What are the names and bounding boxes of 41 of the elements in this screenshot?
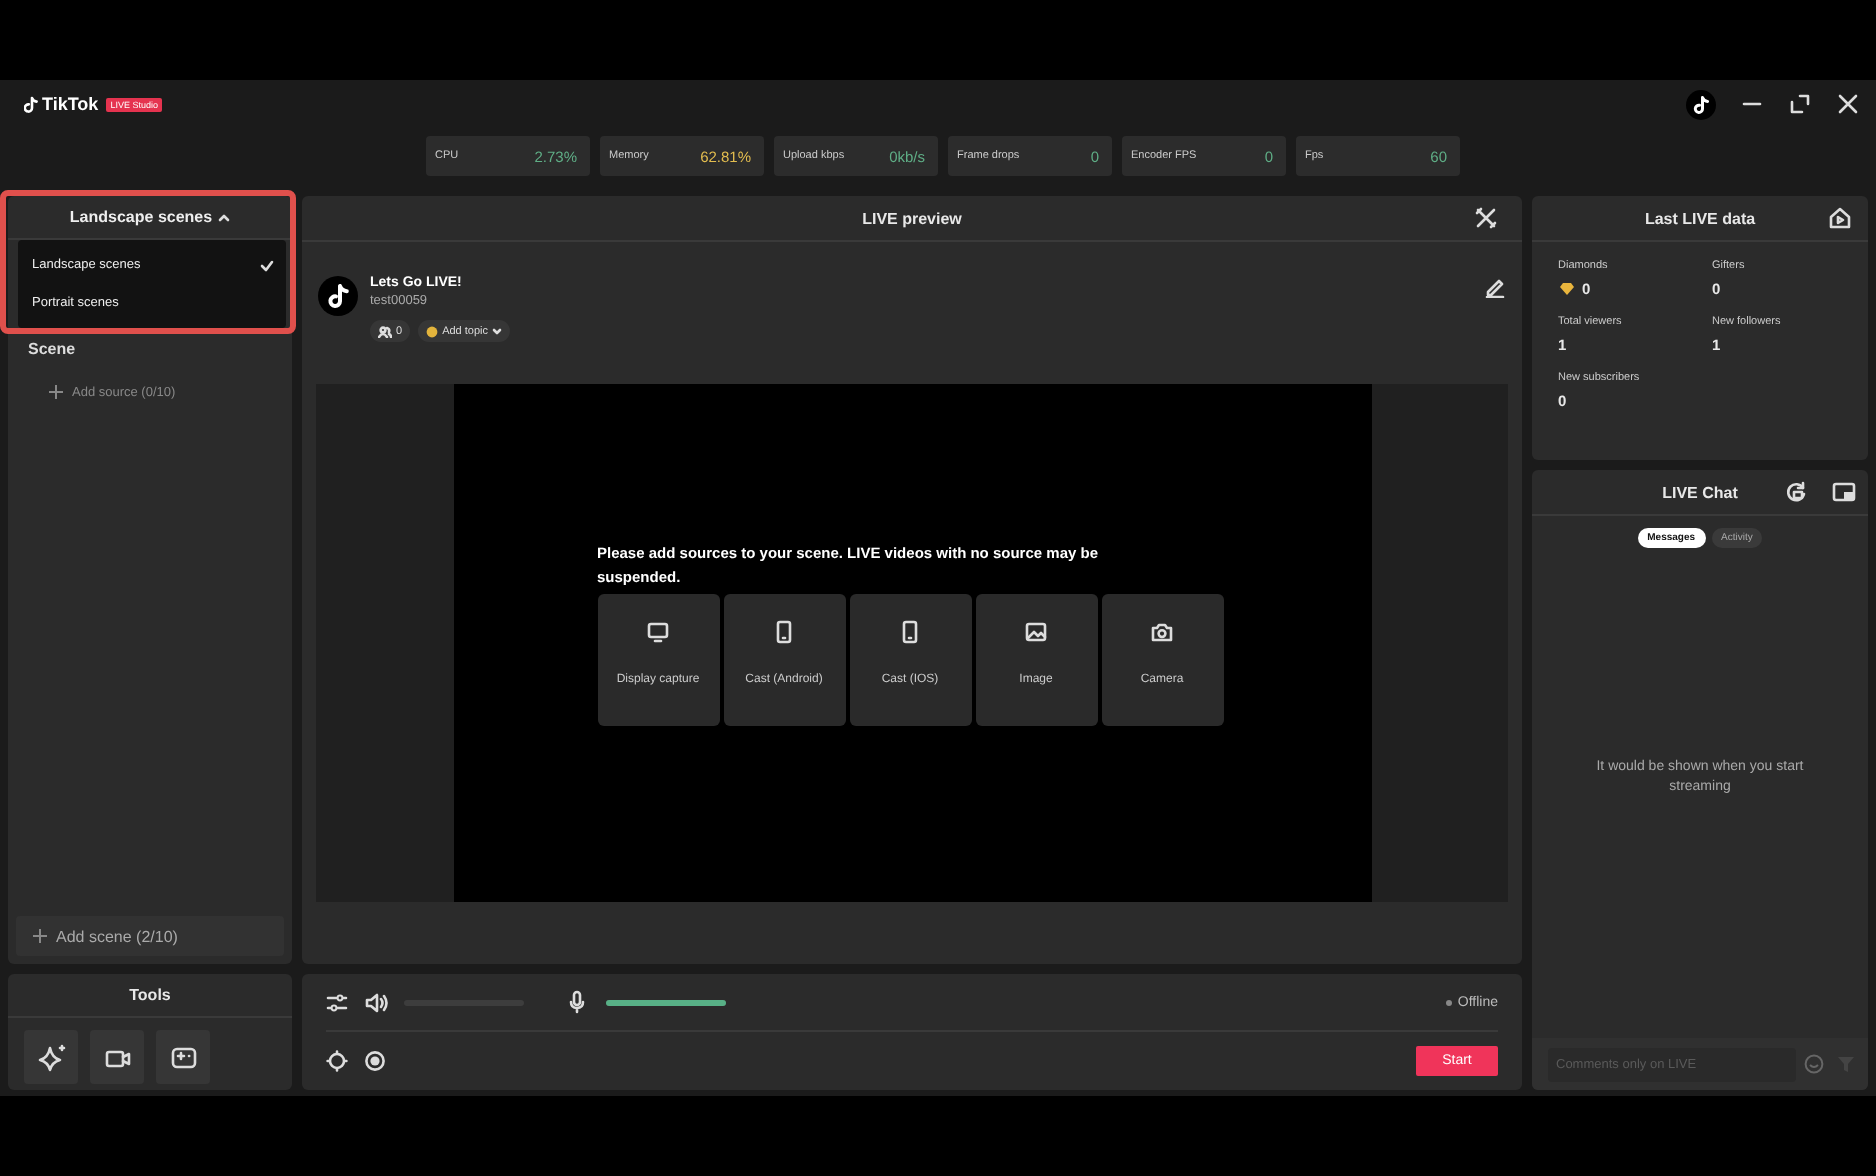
display-icon [646,620,670,644]
image-icon [1024,620,1048,644]
home-icon[interactable] [1828,206,1852,230]
edit-icon[interactable] [1484,276,1506,298]
panel-title: LIVE preview [862,209,962,227]
caret-icon [218,212,231,222]
popout-icon[interactable] [1832,480,1856,504]
phone-icon [898,620,922,644]
panel-title: LIVE Chat [1662,483,1738,501]
section-title: Scene [28,340,78,358]
tools-icon[interactable] [1474,206,1498,230]
record-icon[interactable] [364,1049,386,1071]
sparkle-button[interactable] [24,1030,78,1084]
gamepad-button[interactable] [156,1030,210,1084]
close-icon[interactable] [1836,92,1860,116]
settings-icon[interactable] [326,1049,348,1071]
sparkle-icon [37,1043,65,1071]
account-avatar-icon[interactable] [1686,89,1716,119]
sliders-icon[interactable] [326,991,348,1013]
plus-icon [48,384,64,400]
panel-title: Tools [8,974,292,1018]
speaker-icon[interactable] [364,991,388,1013]
topic-icon [426,325,439,337]
microphone-icon[interactable] [568,990,586,1014]
refresh-icon[interactable] [1784,480,1808,504]
people-icon [378,325,392,337]
app-logo-text: TikTok [42,94,99,114]
panel-title: Last LIVE data [1644,209,1756,227]
caret-icon [492,327,502,335]
gamepad-icon [169,1043,197,1071]
level-slider[interactable] [606,999,726,1005]
camera-icon [1150,620,1174,644]
video-camera-button[interactable] [90,1030,144,1084]
diamond-icon [1558,282,1576,296]
plus-icon [32,928,48,944]
phone-icon [772,620,796,644]
tiktok-logo-icon [24,95,38,113]
check-icon [260,259,274,271]
channel-avatar-icon [318,276,358,316]
add-scene-button[interactable]: Add scene (2/10) [16,916,284,956]
maximize-icon[interactable] [1788,92,1812,116]
